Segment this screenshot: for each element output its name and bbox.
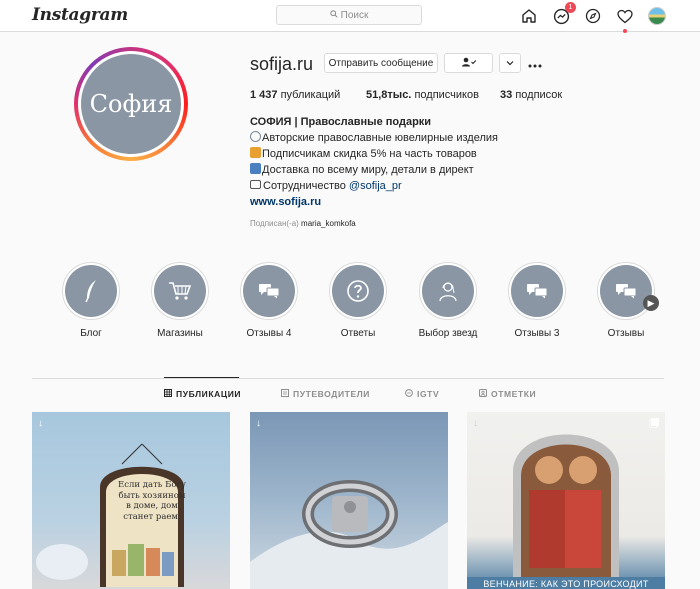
avatar (648, 7, 666, 25)
followers-stat[interactable]: 51,8тыс. подписчиков (366, 89, 500, 101)
highlight-blog[interactable]: Блог (61, 262, 121, 339)
chat-bubbles-icon (243, 265, 295, 317)
airplane-emoji-icon (250, 163, 261, 174)
guide-book-icon (281, 389, 289, 399)
following-stat[interactable]: 33 подписок (500, 89, 562, 101)
profile-username: sofija.ru (250, 54, 314, 74)
post-thumbnail[interactable]: ↓ (250, 412, 448, 589)
profile-picture-ring[interactable]: София (74, 47, 188, 161)
profile-picture-logo: София (81, 54, 181, 154)
highlight-label: Выбор звезд (418, 328, 478, 339)
igtv-icon (405, 389, 413, 399)
search-input[interactable]: Поиск (276, 5, 422, 25)
followed-by[interactable]: Подписан(-а) maria_komkofa (250, 219, 356, 228)
post-caption: ВЕНЧАНИЕ: КАК ЭТО ПРОИСХОДИТ (483, 579, 649, 589)
highlight-label: Отзывы (607, 328, 645, 339)
tab-tagged[interactable]: ОТМЕТКИ (479, 389, 536, 399)
post-thumbnail[interactable]: ↓ ВЕНЧАНИЕ: КАК ЭТО ПРОИСХОДИТ (467, 412, 665, 589)
highlight-stars-choice[interactable]: Выбор звезд (418, 262, 478, 339)
feather-icon (65, 265, 117, 317)
tab-guides[interactable]: ПУТЕВОДИТЕЛИ (281, 389, 370, 399)
bio-full-name: СОФИЯ | Православные подарки (250, 116, 432, 128)
bio-line: Авторские православные ювелирные изделия (250, 130, 498, 146)
highlights-next-arrow-icon[interactable]: ▶ (643, 295, 659, 311)
send-message-button[interactable]: Отправить сообщение (324, 53, 438, 73)
activity-heart-icon[interactable] (616, 7, 634, 33)
tab-posts[interactable]: ПУБЛИКАЦИИ (164, 389, 241, 399)
grid-icon (164, 389, 172, 399)
gift-emoji-icon (250, 147, 261, 158)
highlight-label: Ответы (340, 328, 376, 339)
bio-line: Сотрудничество @sofija_pr (250, 178, 498, 194)
profile-bio: СОФИЯ | Православные подарки Авторские п… (250, 114, 498, 210)
search-placeholder: Поиск (340, 9, 369, 21)
post-thumbnail[interactable]: ↓ Если дать Богу быть хозяином в доме, д… (32, 412, 230, 589)
tab-igtv[interactable]: IGTV (405, 389, 439, 399)
person-icon (422, 265, 474, 317)
top-navigation-bar: Instagram Поиск 1 (0, 0, 700, 33)
chat-bubbles-icon (600, 265, 652, 317)
home-icon[interactable] (520, 7, 538, 25)
chevron-down-icon (506, 58, 514, 69)
more-options-icon[interactable] (528, 58, 542, 76)
highlight-answers[interactable]: Ответы (328, 262, 388, 339)
search-icon (329, 9, 338, 21)
following-status-button[interactable] (444, 53, 493, 73)
highlight-label: Отзывы 3 (514, 328, 560, 339)
tagged-person-icon (479, 389, 487, 399)
ring-emoji-icon (250, 131, 261, 142)
posts-stat: 1 437 публикаций (250, 89, 341, 101)
bio-line: Доставка по всему миру, детали в директ (250, 162, 498, 178)
explore-compass-icon[interactable] (584, 7, 602, 25)
activity-dot (623, 29, 627, 33)
active-tab-indicator (164, 377, 239, 378)
suggested-accounts-button[interactable] (499, 53, 521, 73)
person-check-icon (461, 57, 477, 70)
question-icon (332, 265, 384, 317)
profile-stats: 1 437 публикаций 51,8тыс. подписчиков 33… (250, 89, 562, 101)
highlight-shops[interactable]: Магазины (150, 262, 210, 339)
cart-icon (154, 265, 206, 317)
highlight-label: Магазины (157, 328, 203, 339)
tabs-divider (32, 378, 664, 379)
profile-picture: София (78, 51, 184, 157)
highlight-label: Блог (80, 328, 102, 339)
highlight-label: Отзывы 4 (246, 328, 292, 339)
profile-avatar-icon[interactable] (648, 7, 666, 25)
post-caption: Если дать Богу быть хозяином в доме, дом… (118, 480, 186, 522)
speech-bubble-emoji-icon (250, 180, 261, 189)
bio-mention-link[interactable]: @sofija_pr (349, 180, 402, 192)
highlight-reviews-4[interactable]: Отзывы 4 (239, 262, 299, 339)
highlight-reviews-3[interactable]: Отзывы 3 (507, 262, 567, 339)
notification-badge: 1 (565, 2, 576, 13)
instagram-logo[interactable]: Instagram (32, 5, 128, 25)
bio-line: Подписчикам скидка 5% на часть товаров (250, 146, 498, 162)
bio-website-link[interactable]: www.sofija.ru (250, 194, 498, 210)
chat-bubbles-icon (511, 265, 563, 317)
direct-messages-icon[interactable]: 1 (552, 2, 576, 25)
